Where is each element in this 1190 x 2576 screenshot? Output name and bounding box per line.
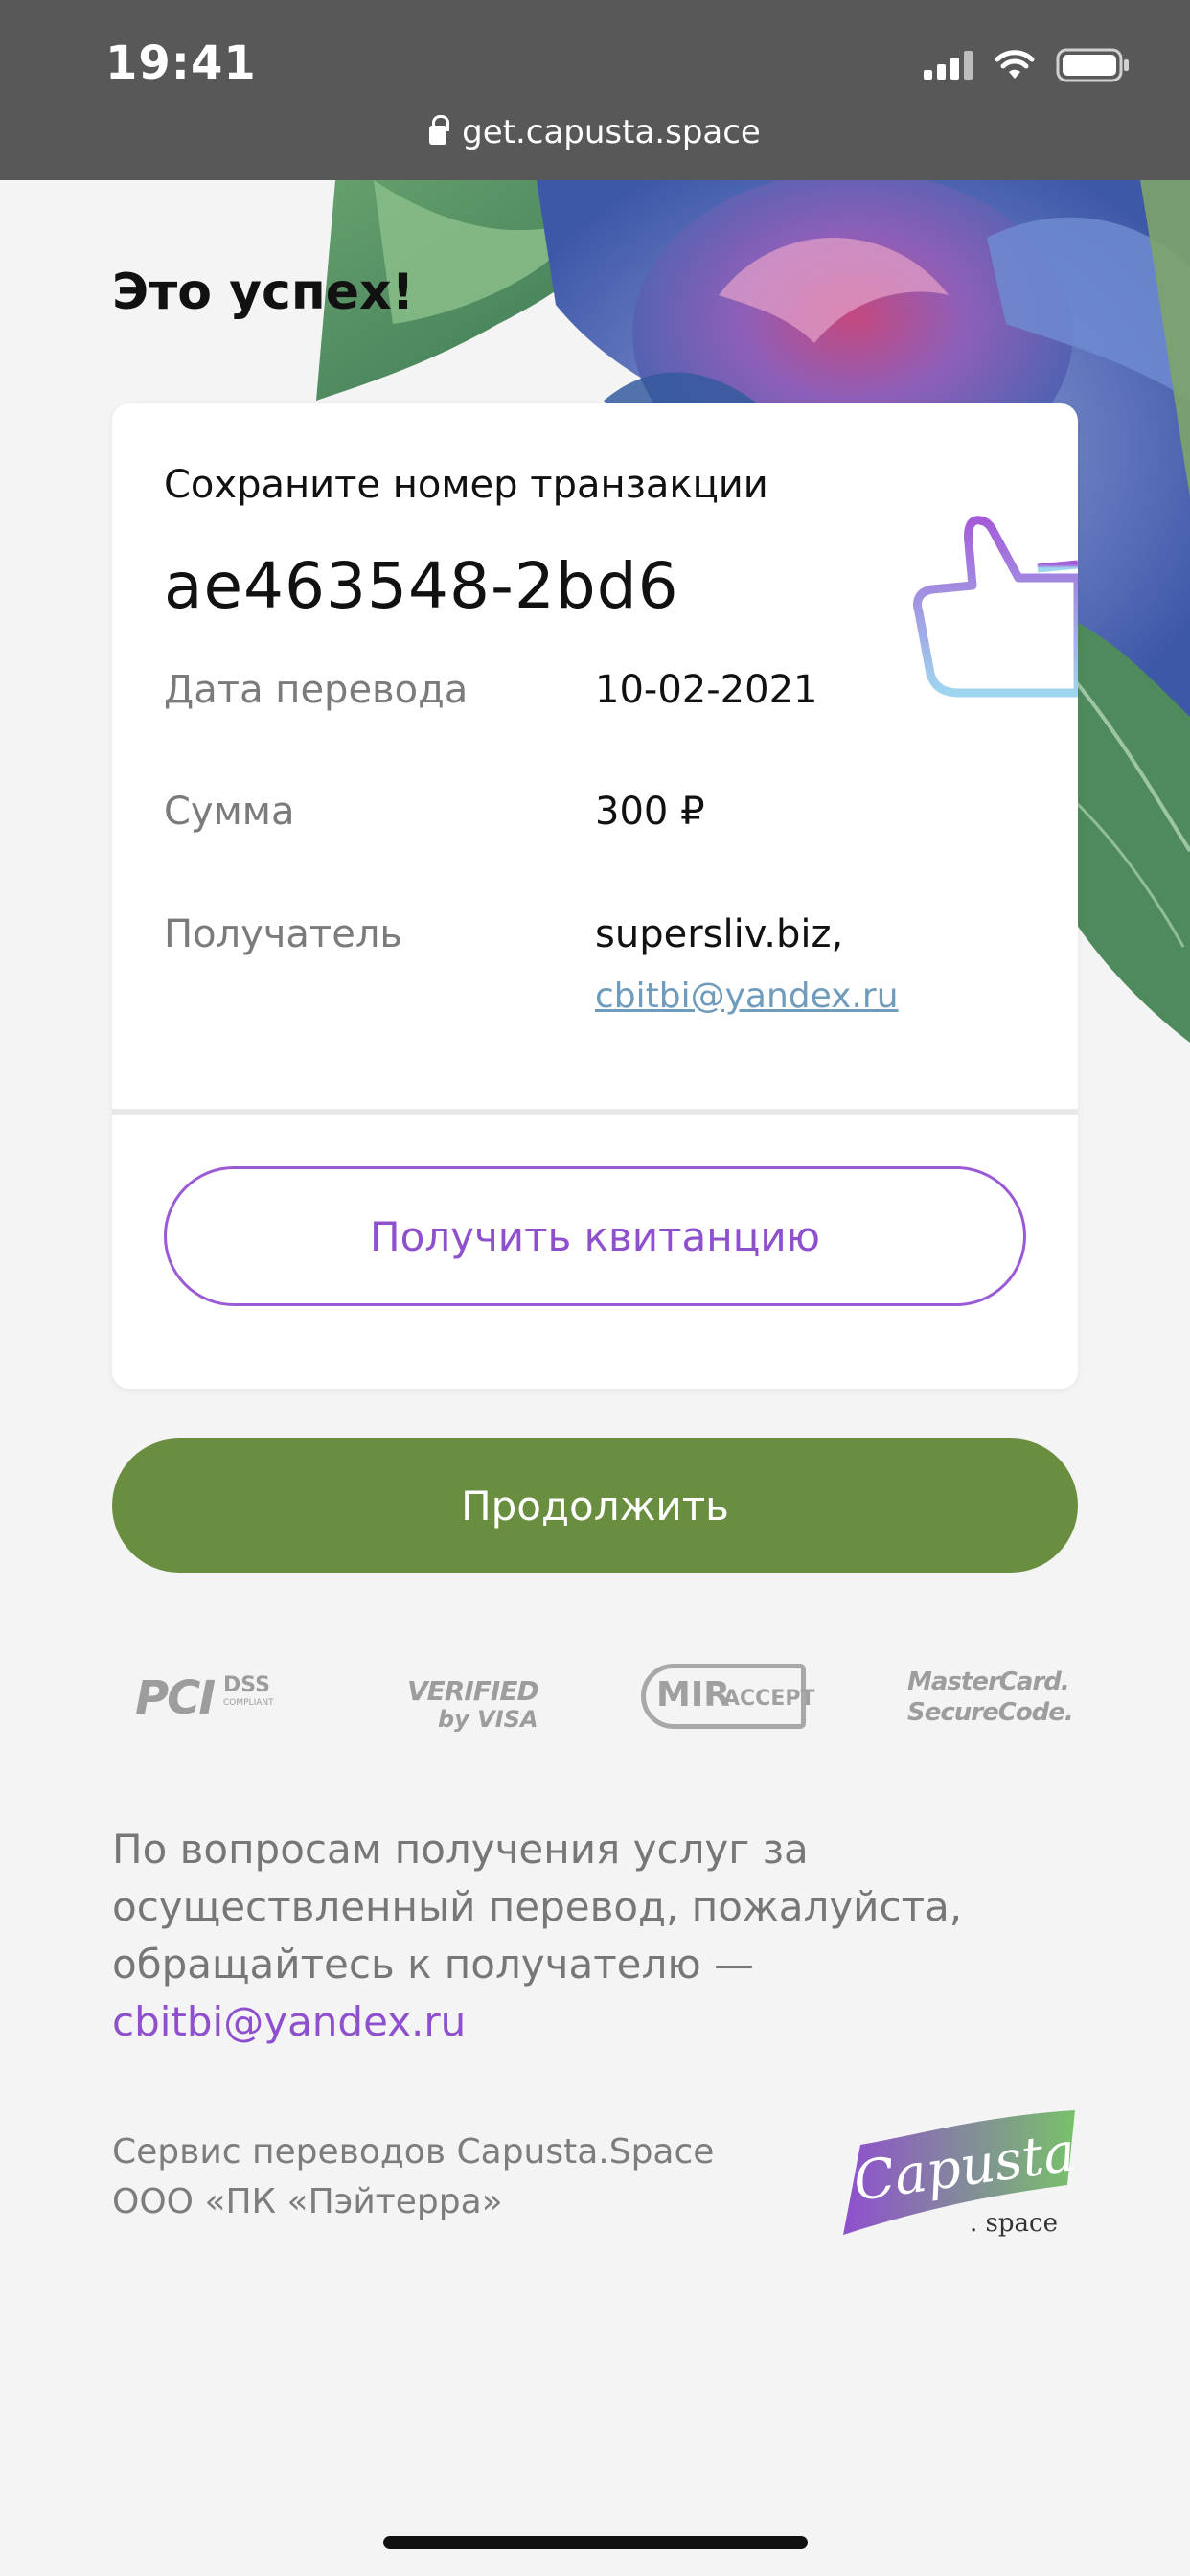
transfer-date-label: Дата перевода	[164, 668, 469, 712]
footer-service-name: Сервис переводов Capusta.Space	[112, 2132, 715, 2172]
help-message: По вопросам получения услуг за осуществл…	[112, 1826, 963, 1988]
verified-by-visa-logo: VERIFIED by VISA	[407, 1675, 539, 1733]
thumbs-up-icon	[913, 516, 1078, 698]
transaction-id: ae463548-2bd6	[164, 549, 679, 623]
continue-button[interactable]: Продолжить	[112, 1438, 1078, 1573]
card-divider	[112, 1109, 1078, 1115]
get-receipt-label: Получить квитанцию	[370, 1212, 820, 1260]
recipient-label: Получатель	[164, 912, 402, 956]
status-bar: 19:41 get.capusta.space	[0, 0, 1190, 180]
help-text: По вопросам получения услуг за осуществл…	[112, 1821, 1080, 2051]
payment-logos: PCI DSS COMPLIANT VERIFIED by VISA MIR A…	[112, 1658, 1078, 1735]
wifi-icon	[995, 50, 1035, 79]
get-receipt-button[interactable]: Получить квитанцию	[164, 1166, 1026, 1306]
mir-accept-logo: MIR ACCEPT	[641, 1658, 814, 1735]
save-transaction-label: Сохраните номер транзакции	[164, 463, 768, 507]
status-time: 19:41	[105, 36, 257, 90]
footer-company-name: ООО «ПК «Пэйтерра»	[112, 2182, 503, 2221]
recipient-value: supersliv.biz,	[595, 912, 844, 956]
page-title: Это успех!	[112, 264, 415, 321]
footer: Сервис переводов Capusta.Space ООО «ПК «…	[112, 2128, 714, 2227]
recipient-email-link[interactable]: cbitbi@yandex.ru	[595, 977, 899, 1016]
amount-value: 300 ₽	[595, 790, 705, 834]
amount-label: Сумма	[164, 790, 295, 834]
continue-label: Продолжить	[461, 1482, 729, 1530]
pci-dss-logo: PCI DSS COMPLIANT	[135, 1671, 274, 1725]
system-icons	[924, 46, 1131, 84]
home-indicator[interactable]	[383, 2536, 808, 2549]
address-bar[interactable]: get.capusta.space	[0, 113, 1190, 151]
transaction-card: Сохраните номер транзакции ae463548-2bd6…	[112, 403, 1078, 1389]
svg-text:. space: . space	[970, 2209, 1058, 2238]
help-email-link[interactable]: cbitbi@yandex.ru	[112, 1993, 1080, 2051]
url-text: get.capusta.space	[462, 113, 761, 151]
transfer-date-value: 10-02-2021	[595, 668, 818, 712]
lock-icon	[429, 115, 450, 145]
signal-icon	[924, 51, 973, 80]
capusta-logo[interactable]: Capusta . space	[839, 2106, 1079, 2250]
mastercard-securecode-logo: MasterCard. SecureCode.	[907, 1668, 1074, 1727]
battery-icon	[1056, 48, 1129, 82]
